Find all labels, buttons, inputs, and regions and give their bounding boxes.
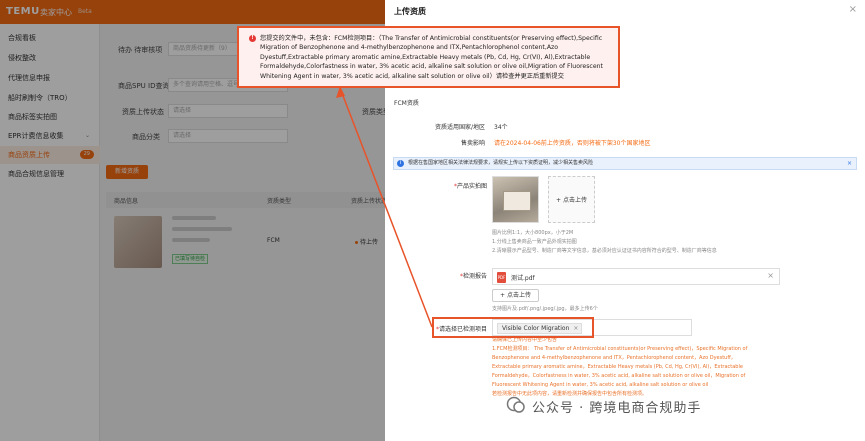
impact-value: 请在2024-04-06前上传资质，否则将被下架30个国家地区 xyxy=(494,140,651,147)
product-photo-thumbnail[interactable] xyxy=(492,176,539,223)
pdf-file-icon: PDF xyxy=(497,272,506,283)
error-icon: ! xyxy=(249,35,256,42)
photo-label-text: 产品实拍图 xyxy=(456,183,487,190)
wechat-logo-icon xyxy=(506,396,525,413)
error-message: 您提交的文件中，未包含：FCM检测项目：（The Transfer of Ant… xyxy=(260,35,603,80)
note-line: Fluorescent Whitening Agent in water, 3%… xyxy=(492,382,709,388)
region-value: 34个 xyxy=(494,124,508,131)
required-items-note: 请确保已上传内容中至少包含 1.FCM检测项目： The Transfer of… xyxy=(492,336,782,399)
photo-hint: 图片比例1:1，大小800px，小于2M 1.分线上售卖商品一致产品外观实拍图 … xyxy=(492,229,717,256)
drawer-title: 上传资质 xyxy=(394,7,426,16)
report-upload-button[interactable]: + 点击上传 xyxy=(492,289,539,302)
info-banner-close-icon[interactable]: × xyxy=(847,158,852,169)
region-label: 资质适用国家/地区 xyxy=(434,124,485,131)
info-banner-text: 根据在售国家地区相关法律法规要求，请规实上传以下资质证明，减少相关售卖风险 xyxy=(408,160,594,166)
info-banner: i 根据在售国家地区相关法律法规要求，请规实上传以下资质证明，减少相关售卖风险 … xyxy=(393,157,857,170)
note-line: 1.FCM检测项目： The Transfer of Antimicrobial… xyxy=(492,346,748,352)
report-hint: 支持图片及.pdf/.png/.jpeg/.jpg，最多上传6个 xyxy=(492,306,598,312)
photo-hint-line: 1.分线上售卖商品一致产品外观实拍图 xyxy=(492,239,577,245)
photo-hint-line: 图片比例1:1，大小800px，小于2M xyxy=(492,230,574,236)
report-label: *检测报告 xyxy=(459,273,487,280)
note-line: Formaldehyde，Colorfastness in water, 3% … xyxy=(492,373,746,379)
impact-label: 售卖影响 xyxy=(460,140,485,147)
watermark-text: 公众号 · 跨境电商合规助手 xyxy=(532,401,702,416)
photo-hint-line: 2.清晰展示产品型号、制造厂商等文字信息，基必须对应认证证书内容所符合的型号、制… xyxy=(492,248,717,254)
close-icon[interactable]: × xyxy=(849,4,857,15)
note-line: Benzophenone and 4-methylbenzophenone an… xyxy=(492,355,736,361)
uploaded-file-row[interactable]: PDF 测试.pdf × xyxy=(492,268,780,285)
info-icon: i xyxy=(397,160,404,167)
error-toast: ! 您提交的文件中，未包含：FCM检测项目：（The Transfer of A… xyxy=(237,26,620,88)
photo-label: *产品实拍图 xyxy=(453,183,487,190)
annotation-highlight-box xyxy=(432,317,594,338)
photo-upload-button[interactable]: + 点击上传 xyxy=(548,176,595,223)
file-name[interactable]: 测试.pdf xyxy=(511,273,535,282)
remove-file-icon[interactable]: × xyxy=(767,271,774,280)
report-label-text: 检测报告 xyxy=(462,273,487,280)
note-line: Extractable primary aromatic amine，Extra… xyxy=(492,364,743,370)
section-title: FCM资质 xyxy=(394,100,419,107)
